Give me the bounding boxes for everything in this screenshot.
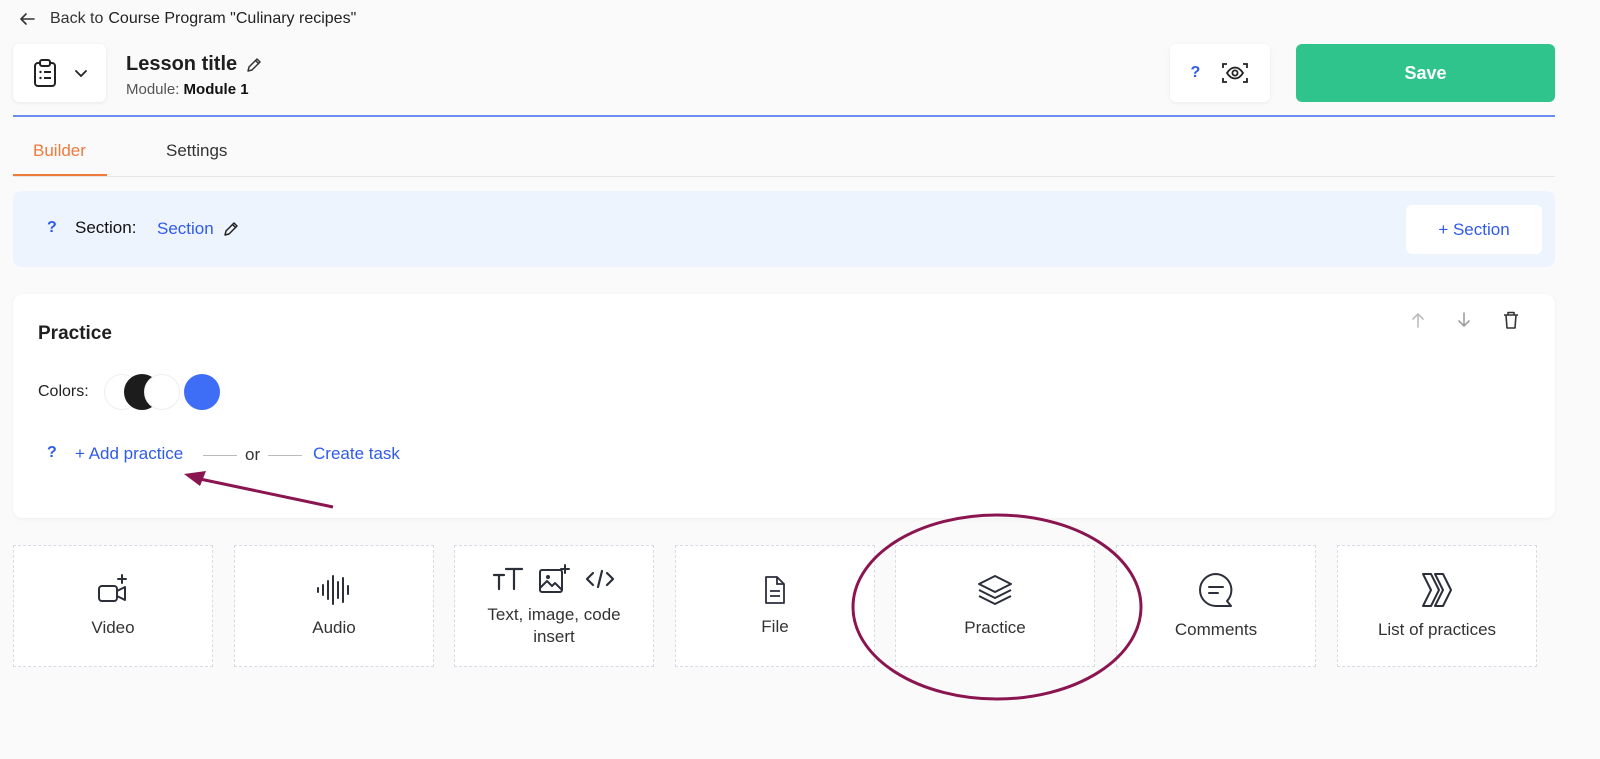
section-bar [13, 191, 1555, 267]
layers-icon [978, 575, 1012, 605]
block-video[interactable]: Video [13, 545, 213, 667]
colors-label: Colors: [38, 383, 89, 400]
section-help-icon[interactable]: ? [47, 219, 57, 237]
block-text-image-code[interactable]: Text, image, code insert [454, 545, 654, 667]
save-button[interactable]: Save [1296, 44, 1555, 102]
audio-wave-icon [317, 575, 349, 605]
module-line: Module: Module 1 [126, 81, 249, 98]
preview-eye-icon[interactable] [1221, 61, 1249, 85]
text-size-icon [492, 567, 524, 591]
block-file[interactable]: File [675, 545, 875, 667]
block-list-of-practices[interactable]: List of practices [1337, 545, 1537, 667]
tab-settings[interactable]: Settings [166, 141, 227, 161]
clipboard-icon [33, 59, 56, 87]
or-line-left [203, 454, 237, 456]
chevron-down-icon [74, 70, 87, 78]
header-divider [13, 115, 1555, 117]
color-swatch-3[interactable] [144, 374, 180, 410]
comment-icon [1199, 573, 1233, 607]
practice-help-icon[interactable]: ? [47, 444, 57, 462]
text-image-code-icon [492, 564, 616, 594]
lesson-title-text: Lesson title [126, 53, 238, 75]
arrow-left-icon [20, 13, 35, 25]
practice-card-title: Practice [38, 323, 112, 344]
list-practices-icon [1422, 573, 1452, 607]
block-label: List of practices [1377, 620, 1497, 639]
tabs-divider [13, 176, 1555, 177]
back-prefix: Back to [50, 10, 104, 27]
color-swatch-4[interactable] [184, 374, 220, 410]
block-label: Video [91, 618, 135, 637]
arrow-up-icon[interactable] [1410, 311, 1426, 329]
block-audio[interactable]: Audio [234, 545, 434, 667]
file-icon [765, 576, 785, 604]
block-label: Text, image, code insert [487, 605, 621, 646]
block-label: Practice [964, 618, 1026, 637]
or-separator: or [203, 445, 303, 465]
active-tab-indicator [13, 174, 107, 176]
header-tools: ? [1170, 44, 1270, 102]
image-add-icon [539, 564, 570, 593]
section-name[interactable]: Section [157, 219, 240, 239]
tab-builder[interactable]: Builder [33, 141, 86, 161]
block-practice[interactable]: Practice [895, 545, 1095, 667]
card-actions [1410, 310, 1520, 330]
pencil-icon[interactable] [245, 56, 263, 74]
back-target: Course Program "Culinary recipes" [108, 10, 357, 27]
lesson-title[interactable]: Lesson title [126, 53, 263, 76]
add-section-button[interactable]: + Section [1406, 205, 1542, 254]
block-label: Comments [1174, 620, 1258, 639]
add-practice-link[interactable]: + Add practice [75, 444, 183, 464]
section-name-text: Section [157, 219, 214, 238]
arrow-down-icon[interactable] [1456, 311, 1472, 329]
module-value: Module 1 [183, 81, 249, 98]
or-text: or [245, 445, 261, 464]
code-icon [585, 569, 615, 589]
video-add-icon [98, 574, 127, 602]
trash-icon[interactable] [1502, 310, 1520, 330]
help-icon[interactable]: ? [1191, 64, 1201, 82]
create-task-link[interactable]: Create task [313, 444, 400, 464]
section-label: Section: [75, 218, 137, 237]
block-label: Audio [312, 618, 356, 637]
or-line-right [268, 454, 303, 456]
practice-card [13, 294, 1555, 518]
lesson-type-dropdown[interactable] [13, 44, 106, 102]
module-label: Module: [126, 81, 180, 98]
block-comments[interactable]: Comments [1116, 545, 1316, 667]
block-label: File [761, 617, 789, 636]
pencil-icon[interactable] [222, 220, 240, 238]
back-link[interactable]: Back to Course Program "Culinary recipes… [18, 10, 356, 28]
